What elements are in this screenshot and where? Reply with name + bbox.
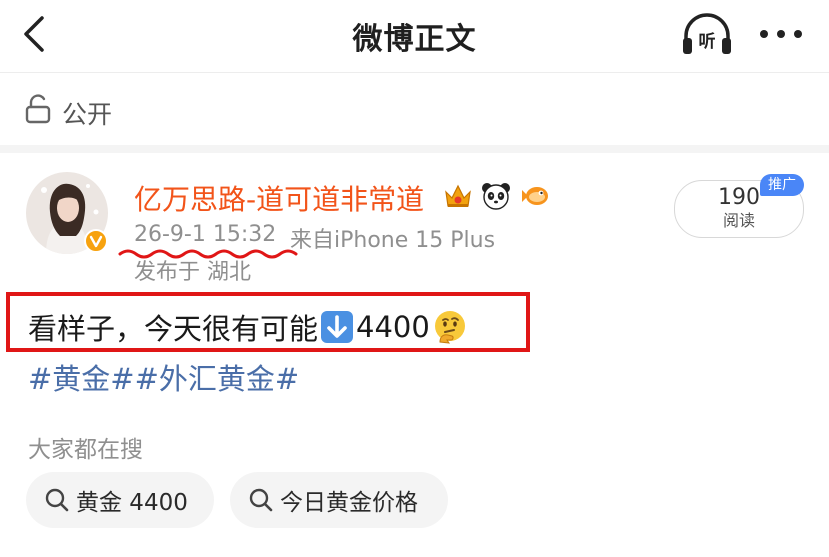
fish-badge-icon — [522, 187, 548, 205]
trending-label: 大家都在搜 — [28, 437, 143, 463]
visibility-label: 公开 — [62, 100, 113, 129]
more-dots-icon — [760, 30, 802, 38]
more-options-button[interactable] — [756, 20, 806, 48]
crown-badge-icon — [445, 184, 471, 207]
read-count-label: 阅读 — [722, 211, 755, 230]
promo-tag: 推广 — [760, 174, 804, 196]
user-badges — [442, 178, 550, 214]
post-location: 发布于 湖北 — [134, 260, 251, 285]
hashtag-link[interactable]: #外汇黄金# — [135, 362, 300, 396]
post-text-number: 4400 — [356, 310, 430, 344]
chip-label: 今日黄金价格 — [280, 490, 418, 516]
listen-label: 听 — [698, 32, 716, 52]
hashtag-list: #黄金##外汇黄金# — [28, 356, 299, 398]
trending-search-chip[interactable]: 黄金 4400 — [26, 472, 214, 528]
down-arrow-emoji-icon — [321, 311, 354, 343]
top-nav-bar: 微博正文 听 — [0, 0, 829, 73]
post-time: 26-9-1 15:32 — [134, 222, 277, 247]
panda-badge-icon — [482, 183, 510, 210]
visibility-row: 公开 — [0, 73, 829, 145]
thinking-face-emoji-icon — [434, 311, 465, 344]
trending-search-chip[interactable]: 今日黄金价格 — [230, 472, 448, 528]
search-icon — [45, 488, 69, 512]
listen-button[interactable]: 听 — [680, 10, 734, 58]
search-icon — [249, 488, 273, 512]
chip-label: 黄金 4400 — [76, 490, 188, 516]
post-source: 来自iPhone 15 Plus — [290, 228, 496, 253]
post-text-main: 看样子，今天很有可能 — [28, 312, 319, 346]
author-name[interactable]: 亿万思路-道可道非常道 — [134, 178, 424, 218]
verified-badge-icon — [84, 229, 108, 253]
unlock-icon — [25, 94, 51, 124]
post-text: 看样子，今天很有可能 4400 — [28, 306, 468, 348]
section-divider — [0, 145, 829, 153]
hashtag-link[interactable]: #黄金# — [28, 362, 135, 396]
